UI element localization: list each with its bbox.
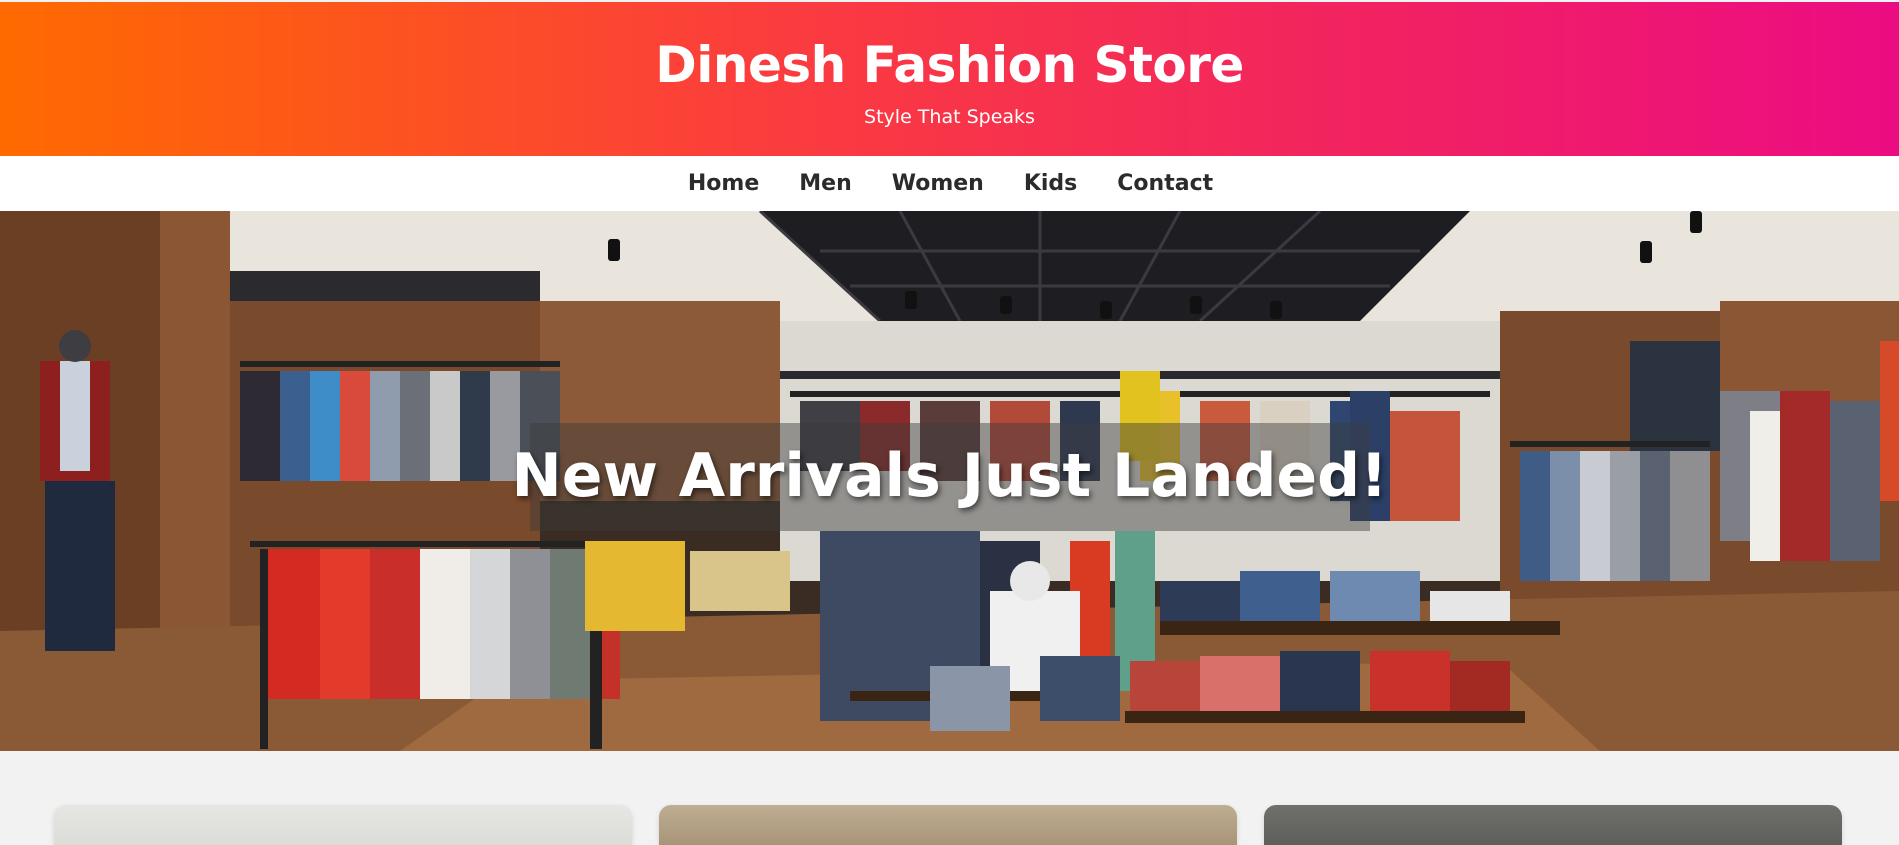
category-card[interactable] (659, 805, 1237, 845)
category-card[interactable] (54, 805, 632, 845)
nav-link-kids[interactable]: Kids (1024, 171, 1077, 196)
store-title: Dinesh Fashion Store (655, 36, 1244, 94)
hero-section: New Arrivals Just Landed! (0, 211, 1899, 751)
nav-link-home[interactable]: Home (688, 171, 759, 196)
nav-link-men[interactable]: Men (799, 171, 851, 196)
main-nav: Home Men Women Kids Contact (0, 156, 1899, 211)
category-card[interactable] (1264, 805, 1842, 845)
hero-heading: New Arrivals Just Landed! (511, 441, 1388, 511)
nav-link-contact[interactable]: Contact (1117, 171, 1213, 196)
store-tagline: Style That Speaks (864, 106, 1035, 128)
site-header: Dinesh Fashion Store Style That Speaks (0, 2, 1899, 156)
category-cards (0, 751, 1899, 845)
nav-link-women[interactable]: Women (892, 171, 984, 196)
